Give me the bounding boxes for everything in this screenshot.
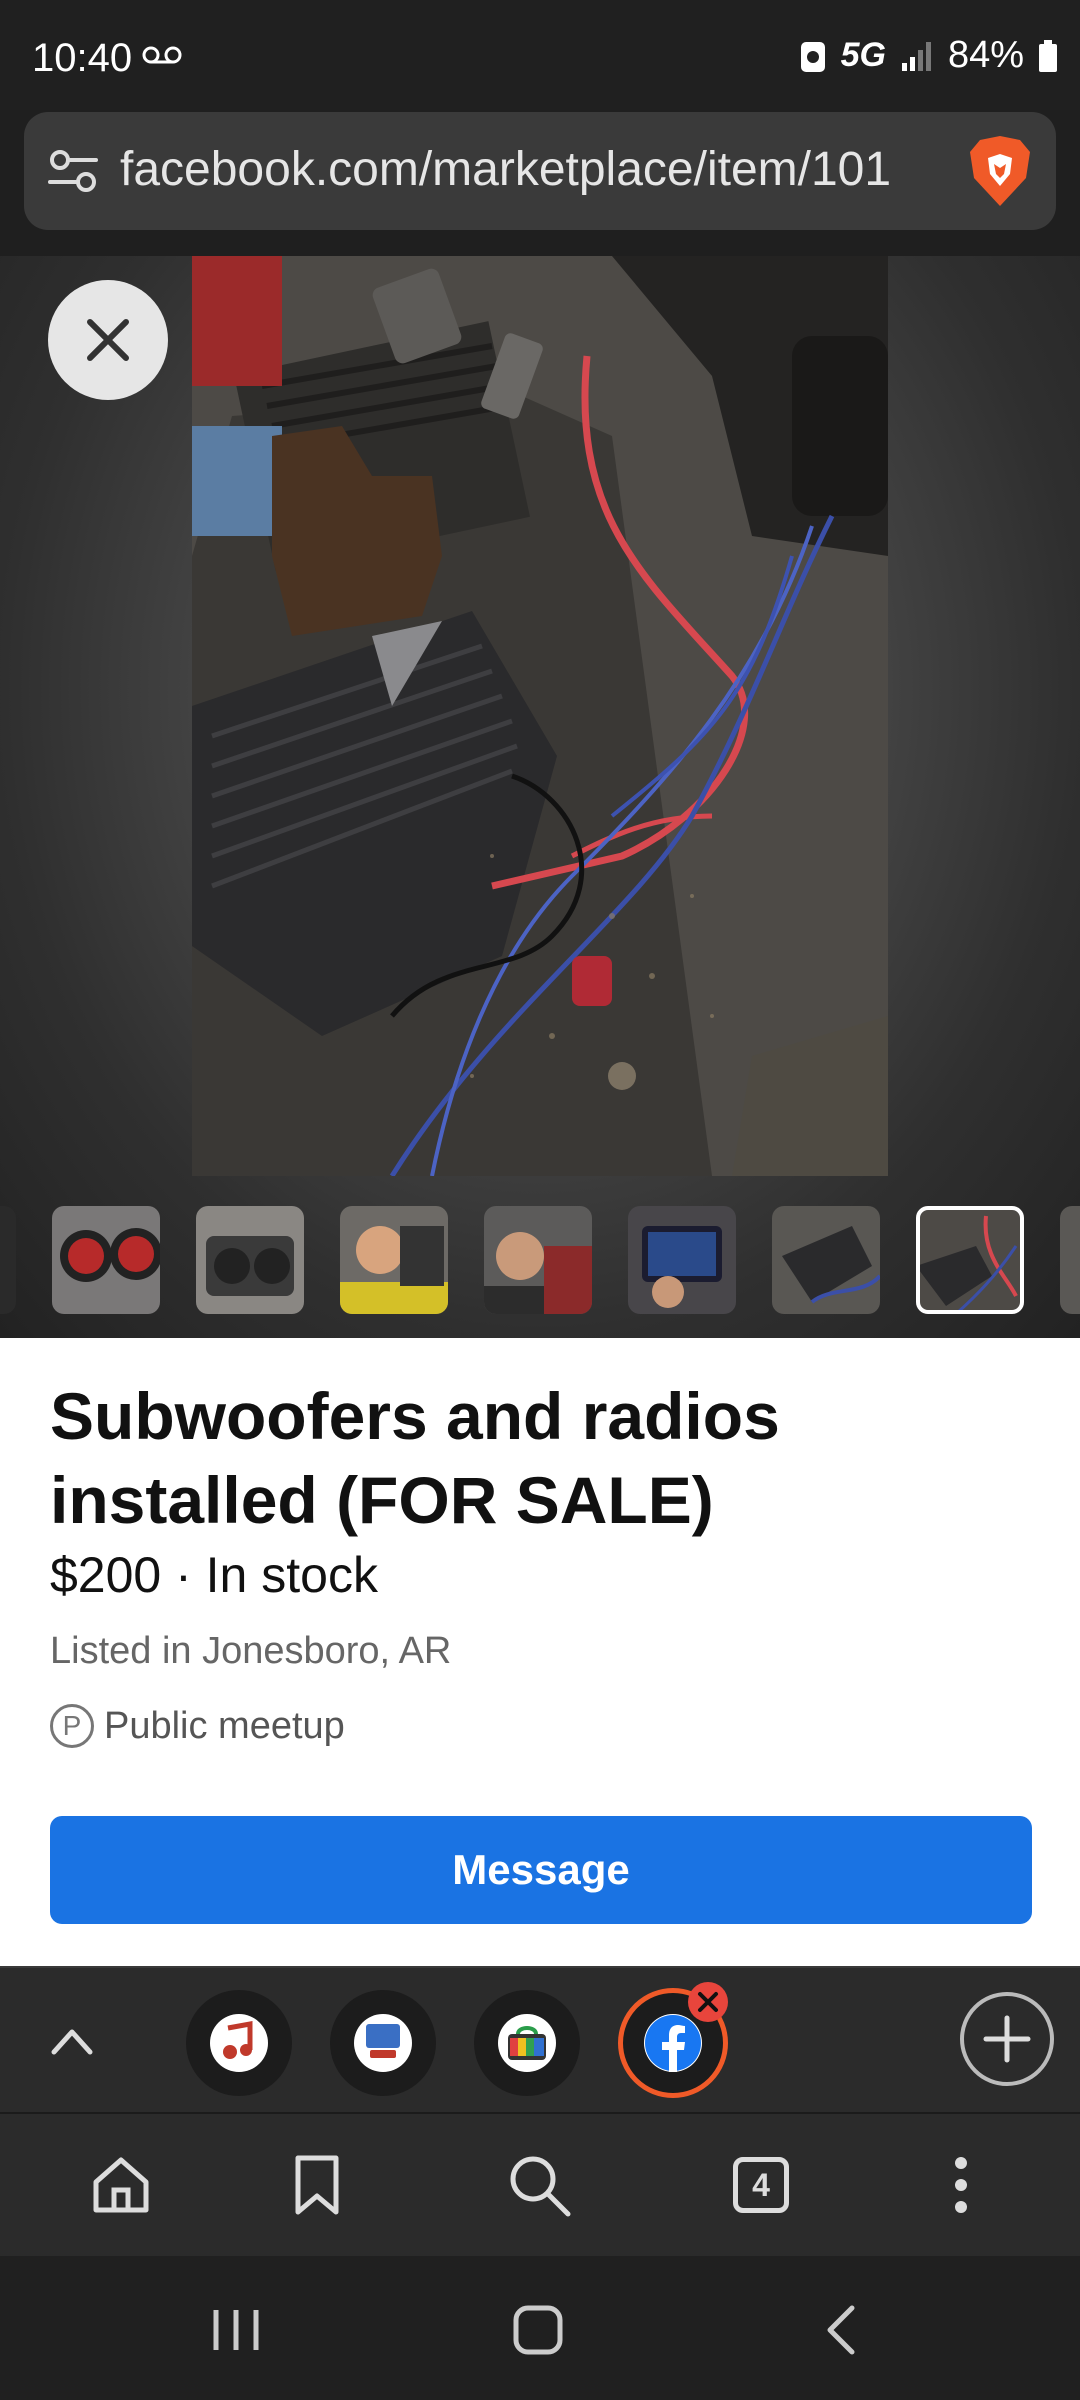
network-type: 5G	[840, 36, 886, 74]
search-button[interactable]	[504, 2150, 574, 2220]
meetup-label: Public meetup	[104, 1704, 345, 1747]
bookmarks-button[interactable]	[282, 2150, 352, 2220]
photo-viewer[interactable]	[0, 256, 1080, 1338]
close-icon	[87, 319, 129, 361]
chevron-up-icon[interactable]	[48, 2020, 96, 2060]
status-time: 10:40	[32, 36, 133, 80]
back-icon[interactable]	[812, 2302, 872, 2358]
recents-icon[interactable]	[206, 2302, 266, 2358]
battery-percent: 84%	[947, 34, 1024, 76]
close-viewer-button[interactable]	[48, 280, 168, 400]
listing-photo[interactable]	[192, 256, 888, 1176]
tab-switcher-button[interactable]: 4	[726, 2150, 796, 2220]
home-button[interactable]	[86, 2150, 156, 2220]
site-settings-icon[interactable]	[48, 148, 98, 194]
status-bar: 10:40 5G 84%	[0, 0, 1080, 110]
thumbnail[interactable]	[340, 1206, 448, 1314]
thumbnail[interactable]	[1060, 1206, 1080, 1314]
shopping-bag-icon	[508, 2026, 546, 2060]
tab-count: 4	[733, 2157, 789, 2213]
voicemail-icon	[142, 46, 182, 64]
brave-shields-icon[interactable]	[968, 134, 1032, 208]
more-vert-icon	[955, 2157, 967, 2213]
tab-music-site[interactable]	[186, 1990, 292, 2096]
thumbnail[interactable]	[52, 1206, 160, 1314]
home-icon	[93, 2157, 149, 2213]
thumbnail[interactable]	[0, 1206, 16, 1314]
thumbnail[interactable]	[484, 1206, 592, 1314]
listing-location: Listed in Jonesboro, AR	[50, 1630, 452, 1672]
message-button[interactable]: Message	[50, 1816, 1032, 1924]
listing-title: Subwoofers and radios installed (FOR SAL…	[50, 1379, 780, 1537]
thumbnail-strip[interactable]	[0, 1206, 1080, 1316]
tab-group-bar	[0, 1966, 1080, 2114]
url-text[interactable]: facebook.com/marketplace/item/101	[120, 142, 950, 197]
listing-price: $200 · In stock	[50, 1547, 378, 1603]
battery-saver-icon	[800, 41, 825, 72]
facebook-icon	[645, 2015, 701, 2072]
new-tab-button[interactable]	[960, 1992, 1054, 2086]
search-icon	[510, 2156, 571, 2217]
browser-toolbar: 4	[0, 2112, 1080, 2256]
tab-shopping-site[interactable]	[474, 1990, 580, 2096]
music-site-icon	[223, 2021, 253, 2059]
menu-button[interactable]	[926, 2150, 996, 2220]
thumbnail[interactable]	[772, 1206, 880, 1314]
home-nav-icon[interactable]	[508, 2302, 568, 2358]
bookmark-icon	[295, 2155, 339, 2215]
system-nav-bar	[0, 2256, 1080, 2400]
listing-details: Subwoofers and radios installed (FOR SAL…	[0, 1338, 1080, 1966]
tab-diy-site[interactable]	[330, 1990, 436, 2096]
battery-icon	[1039, 39, 1057, 72]
plus-icon	[983, 2015, 1031, 2063]
diy-site-icon	[366, 2024, 400, 2058]
public-meetup-icon: P	[50, 1704, 94, 1748]
thumbnail[interactable]	[196, 1206, 304, 1314]
close-tab-icon	[698, 1992, 718, 2012]
close-tab-button[interactable]	[688, 1982, 728, 2022]
thumbnail[interactable]	[916, 1206, 1024, 1314]
address-bar[interactable]: facebook.com/marketplace/item/101	[24, 112, 1056, 230]
thumbnail[interactable]	[628, 1206, 736, 1314]
signal-icon	[901, 41, 931, 71]
meetup-info: P Public meetup	[50, 1704, 345, 1748]
